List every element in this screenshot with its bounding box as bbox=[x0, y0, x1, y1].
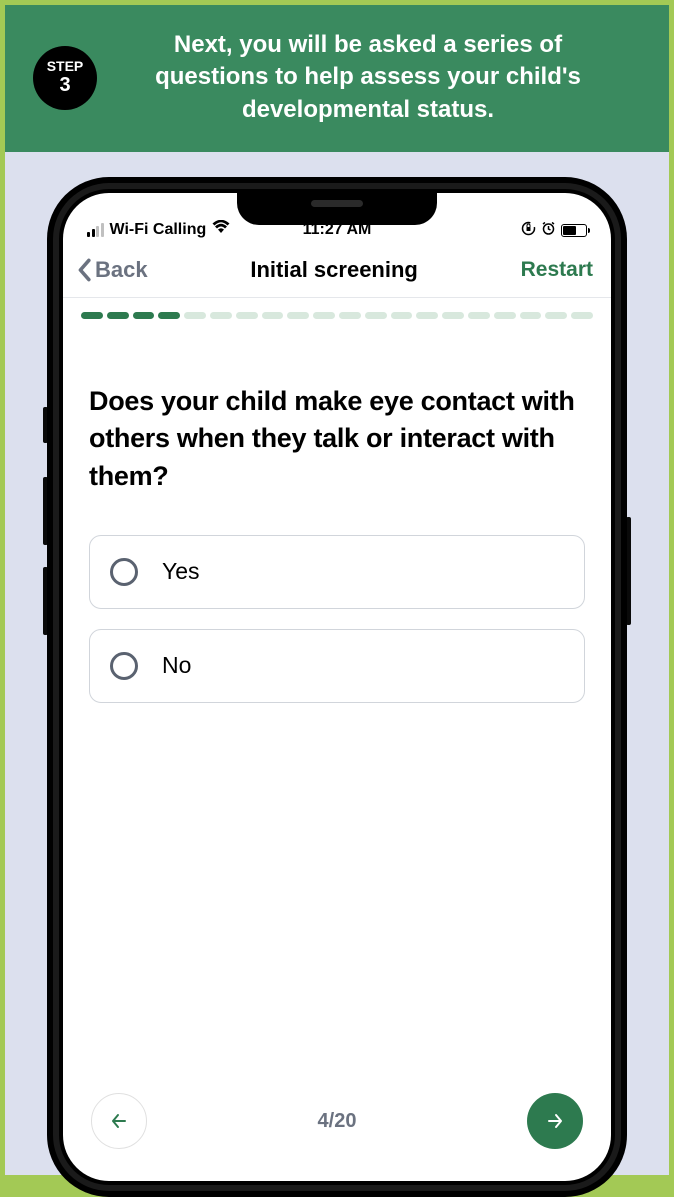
header-banner: STEP 3 Next, you will be asked a series … bbox=[5, 5, 669, 152]
progress-segment bbox=[365, 312, 387, 319]
progress-segment bbox=[339, 312, 361, 319]
option-no[interactable]: No bbox=[89, 629, 585, 703]
progress-segment bbox=[287, 312, 309, 319]
phone-mockup: Wi-Fi Calling 11:27 AM bbox=[47, 177, 627, 1197]
footer-nav: 4/20 bbox=[63, 1093, 611, 1149]
alarm-icon bbox=[541, 221, 556, 239]
wifi-icon bbox=[212, 220, 230, 239]
progress-segment bbox=[236, 312, 258, 319]
step-badge: STEP 3 bbox=[33, 46, 97, 110]
progress-segment bbox=[442, 312, 464, 319]
nav-bar: Back Initial screening Restart bbox=[63, 243, 611, 297]
carrier-label: Wi-Fi Calling bbox=[110, 221, 207, 239]
radio-icon bbox=[110, 652, 138, 680]
progress-segment bbox=[494, 312, 516, 319]
restart-button[interactable]: Restart bbox=[521, 258, 593, 282]
banner-description: Next, you will be asked a series of ques… bbox=[117, 29, 649, 126]
progress-segment bbox=[520, 312, 542, 319]
next-button[interactable] bbox=[527, 1093, 583, 1149]
option-label: Yes bbox=[162, 558, 200, 585]
progress-segment bbox=[391, 312, 413, 319]
orientation-lock-icon bbox=[521, 221, 536, 239]
outer-frame: STEP 3 Next, you will be asked a series … bbox=[5, 5, 669, 1175]
progress-segment bbox=[262, 312, 284, 319]
arrow-left-icon bbox=[108, 1110, 130, 1132]
signal-icon bbox=[87, 223, 104, 237]
progress-segment bbox=[416, 312, 438, 319]
arrow-right-icon bbox=[544, 1110, 566, 1132]
options-group: Yes No bbox=[63, 495, 611, 703]
progress-segment bbox=[313, 312, 335, 319]
progress-segment bbox=[107, 312, 129, 319]
battery-icon bbox=[561, 224, 587, 237]
page-title: Initial screening bbox=[250, 257, 418, 283]
question-area: Does your child make eye contact with ot… bbox=[63, 333, 611, 495]
progress-segment bbox=[133, 312, 155, 319]
progress-segment bbox=[81, 312, 103, 319]
phone-screen: Wi-Fi Calling 11:27 AM bbox=[63, 193, 611, 1181]
step-number: 3 bbox=[59, 74, 70, 96]
back-button[interactable]: Back bbox=[75, 257, 148, 283]
option-yes[interactable]: Yes bbox=[89, 535, 585, 609]
radio-icon bbox=[110, 558, 138, 586]
progress-bar bbox=[63, 298, 611, 333]
progress-segment bbox=[210, 312, 232, 319]
phone-notch bbox=[237, 189, 437, 225]
progress-segment bbox=[545, 312, 567, 319]
previous-button[interactable] bbox=[91, 1093, 147, 1149]
progress-segment bbox=[468, 312, 490, 319]
progress-segment bbox=[184, 312, 206, 319]
page-counter: 4/20 bbox=[318, 1110, 357, 1133]
back-label: Back bbox=[95, 257, 148, 283]
progress-segment bbox=[571, 312, 593, 319]
chevron-left-icon bbox=[75, 258, 93, 282]
question-text: Does your child make eye contact with ot… bbox=[89, 383, 585, 495]
step-label: STEP bbox=[47, 59, 84, 74]
option-label: No bbox=[162, 652, 191, 679]
progress-segment bbox=[158, 312, 180, 319]
